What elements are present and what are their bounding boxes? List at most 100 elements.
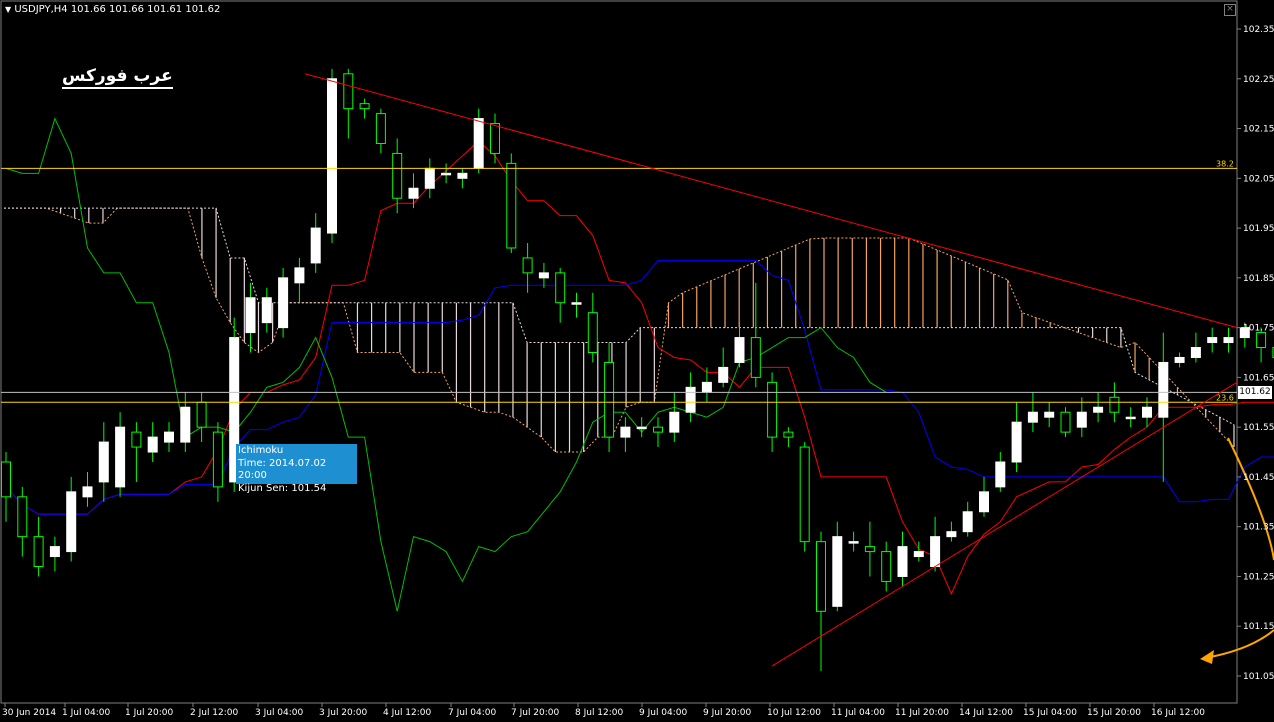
close-icon[interactable]: ×	[1224, 4, 1236, 16]
candle	[67, 477, 76, 562]
x-tick-label: 14 Jul 12:00	[959, 708, 1013, 718]
candle-body	[34, 537, 43, 567]
x-tick-label: 3 Jul 20:00	[319, 708, 368, 718]
candle-body	[393, 153, 402, 198]
x-tick-label: 15 Jul 20:00	[1087, 708, 1141, 718]
candle	[1012, 402, 1021, 472]
arrow-head-icon	[1200, 650, 1214, 664]
candle	[1191, 333, 1200, 363]
candle-body	[686, 387, 695, 412]
candle	[50, 537, 59, 572]
candle-body	[1208, 338, 1217, 343]
candle-body	[1028, 412, 1037, 422]
candles[interactable]	[2, 69, 1274, 671]
chart-svg[interactable]: 38.223.6 102.35102.25102.15102.05101.951…	[0, 0, 1274, 718]
candle	[458, 168, 467, 188]
candle-body	[931, 537, 940, 567]
fib-label-38-2: 38.2	[1216, 159, 1234, 168]
candle-body	[197, 402, 206, 427]
candle-body	[442, 173, 451, 175]
y-tick-label: 101.75	[1243, 324, 1274, 334]
y-tick-label: 102.15	[1243, 125, 1274, 135]
candle-body	[181, 407, 190, 442]
candle-body	[914, 552, 923, 557]
candle	[719, 348, 728, 388]
candle	[295, 258, 304, 303]
candle	[588, 293, 597, 363]
candle-body	[833, 537, 842, 607]
candle-body	[1077, 412, 1086, 427]
candle	[637, 417, 646, 437]
candle	[556, 268, 565, 323]
candle-body	[1159, 362, 1168, 417]
y-tick-label: 102.25	[1243, 75, 1274, 85]
candle-body	[213, 432, 222, 487]
candle	[1208, 328, 1217, 353]
candle	[1224, 328, 1233, 353]
candle	[99, 422, 108, 502]
candle-body	[148, 437, 157, 452]
candle	[751, 283, 760, 388]
y-tick-label: 101.15	[1243, 622, 1274, 632]
fib-label-23-6: 23.6	[1216, 393, 1234, 402]
candle-body	[849, 542, 858, 544]
candle-body	[670, 412, 679, 432]
candle	[491, 114, 500, 164]
candle	[425, 158, 434, 198]
candle-body	[507, 163, 516, 248]
candle	[1061, 407, 1070, 437]
candle-body	[344, 74, 353, 109]
triangle-down-icon[interactable]: ▼	[5, 5, 11, 14]
candle	[898, 532, 907, 587]
candle	[865, 522, 874, 577]
y-tick-label: 101.55	[1243, 423, 1274, 433]
candle	[1126, 407, 1135, 427]
candle-body	[572, 303, 581, 305]
x-tick-label: 1 Jul 20:00	[125, 708, 174, 718]
candle-body	[165, 432, 174, 442]
x-tick-label: 16 Jul 12:00	[1151, 708, 1205, 718]
chart-area[interactable]: 38.223.6 102.35102.25102.15102.05101.951…	[0, 0, 1274, 718]
candle-body	[1224, 338, 1233, 343]
candle-body	[996, 462, 1005, 487]
candle-body	[947, 532, 956, 537]
candle	[1028, 392, 1037, 432]
candle-body	[262, 298, 271, 323]
candle-body	[1045, 412, 1054, 417]
x-tick-label: 7 Jul 04:00	[448, 708, 497, 718]
candle	[621, 417, 630, 452]
candle	[1159, 333, 1168, 482]
x-tick-label: 8 Jul 12:00	[575, 708, 624, 718]
candle	[393, 138, 402, 213]
watermark: عرب فوركس	[62, 66, 173, 89]
candle	[442, 163, 451, 183]
candle	[344, 69, 353, 139]
x-tick-label: 7 Jul 20:00	[511, 708, 560, 718]
x-tick-label: 1 Jul 04:00	[62, 708, 111, 718]
candle-body	[458, 173, 467, 178]
candle-body	[67, 492, 76, 552]
candle	[132, 422, 141, 482]
x-tick-label: 30 Jun 2014	[2, 708, 56, 718]
drawing-objects[interactable]: 38.2 23.6	[1, 74, 1274, 666]
candle-body	[83, 487, 92, 497]
candle-body	[132, 432, 141, 447]
candle	[800, 442, 809, 551]
candle-body	[702, 382, 711, 392]
candle	[882, 542, 891, 592]
candle-body	[751, 338, 760, 378]
candle	[474, 109, 483, 174]
candle	[849, 532, 858, 552]
y-tick-label: 101.95	[1243, 224, 1274, 234]
candle	[83, 472, 92, 507]
candle	[931, 517, 940, 572]
candle-body	[588, 313, 597, 353]
support-trendline	[772, 382, 1237, 666]
candle	[1077, 397, 1086, 437]
candle	[181, 392, 190, 452]
candle-body	[279, 278, 288, 328]
x-tick-label: 2 Jul 12:00	[190, 708, 239, 718]
y-tick-label: 102.05	[1243, 174, 1274, 184]
candle-body	[491, 124, 500, 154]
plot-frame	[1, 1, 1237, 703]
